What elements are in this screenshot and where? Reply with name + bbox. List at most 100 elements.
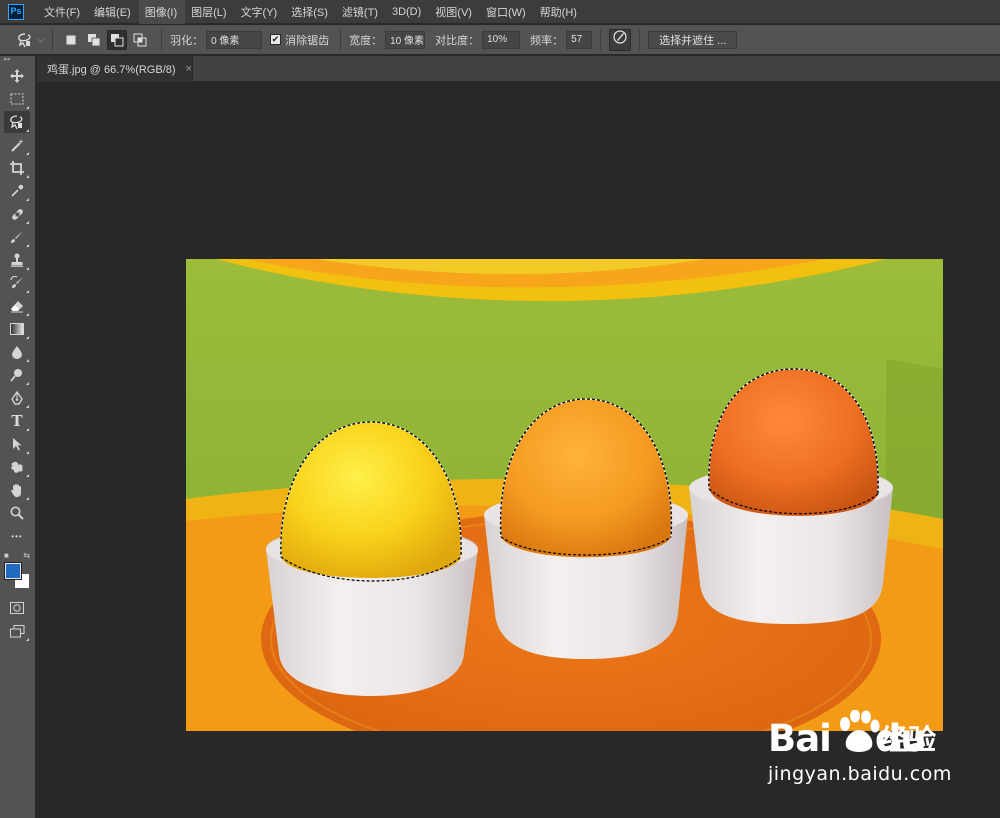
magnetic-lasso-icon — [9, 114, 25, 130]
hand-icon — [10, 483, 24, 498]
watermark-cn-text: 经验 — [880, 723, 937, 756]
menu-help[interactable]: 帮助(H) — [534, 0, 585, 24]
zoom-icon — [10, 506, 24, 520]
gradient-icon — [10, 323, 24, 335]
pen-icon — [10, 391, 24, 405]
dodge-tool[interactable] — [4, 364, 30, 386]
divider — [600, 29, 602, 50]
frequency-input[interactable]: 57 — [566, 30, 593, 49]
menu-layer[interactable]: 图层(L) — [185, 0, 234, 24]
gradient-tool[interactable] — [4, 318, 30, 340]
antialias-label: 消除锯齿 — [285, 34, 330, 47]
dodge-icon — [10, 368, 24, 382]
stamp-icon — [10, 253, 24, 267]
divider — [52, 29, 54, 50]
watermark-logo-a: Bai — [768, 717, 832, 760]
move-icon — [10, 69, 24, 83]
baidu-paw-icon — [836, 709, 880, 756]
crop-tool[interactable] — [4, 157, 30, 179]
feather-label: 羽化： — [170, 34, 204, 47]
baidu-watermark: Bai du 经验 jingyan.baidu.com — [768, 709, 978, 800]
menu-type[interactable]: 文字(Y) — [235, 0, 286, 24]
rect-marquee-icon — [10, 93, 24, 105]
shape-tool[interactable] — [4, 456, 30, 478]
menu-view[interactable]: 视图(V) — [429, 0, 480, 24]
eyedropper-icon — [10, 184, 24, 198]
frequency-label: 频率： — [530, 34, 564, 47]
magic-wand-icon — [10, 138, 25, 153]
close-icon[interactable]: × — [186, 63, 192, 75]
options-bar: ⌵ 羽化： 0 像素 ✔ 消除锯齿 宽度： 10 像素 对比度： 10% 频率：… — [0, 25, 1000, 55]
menu-filter[interactable]: 滤镜(T) — [336, 0, 386, 24]
crop-icon — [10, 161, 24, 175]
intersect-selection-button[interactable] — [130, 30, 150, 50]
brush-icon — [10, 230, 24, 244]
new-selection-button[interactable] — [61, 30, 81, 50]
egg-photo — [186, 259, 943, 731]
magnetic-lasso-icon — [16, 31, 34, 49]
contrast-label: 对比度： — [435, 34, 480, 47]
lasso-tool[interactable] — [4, 111, 30, 133]
history-brush-icon — [9, 275, 25, 291]
photoshop-logo: Ps — [8, 3, 24, 20]
menu-3d[interactable]: 3D(D) — [386, 0, 429, 24]
foreground-color-swatch[interactable] — [4, 562, 22, 580]
canvas-area[interactable] — [37, 83, 1000, 818]
pen-pressure-button[interactable] — [609, 28, 632, 51]
swap-colors-icon[interactable]: ⇆ — [23, 551, 30, 560]
chevron-down-icon: ⌵ — [38, 34, 45, 44]
toolbox-grip[interactable]: ▸▸ — [0, 56, 35, 64]
magic-wand-tool[interactable] — [4, 134, 30, 156]
history-brush-tool[interactable] — [4, 272, 30, 294]
document-tab[interactable]: 鸡蛋.jpg @ 66.7%(RGB/8) × — [37, 56, 193, 82]
hand-tool[interactable] — [4, 479, 30, 501]
divider — [161, 29, 163, 50]
document-tab-title: 鸡蛋.jpg @ 66.7%(RGB/8) — [47, 64, 176, 76]
blur-tool[interactable] — [4, 341, 30, 363]
arrow-icon — [11, 437, 23, 451]
brush-tool[interactable] — [4, 226, 30, 248]
toolbox: ▸▸ T ••• ■ ⇆ — [0, 56, 36, 818]
stamp-tool[interactable] — [4, 249, 30, 271]
subtract-from-selection-button[interactable] — [107, 29, 128, 50]
eraser-tool[interactable] — [4, 295, 30, 317]
antialias-checkbox[interactable]: ✔ — [270, 34, 282, 45]
eyedropper-tool[interactable] — [4, 180, 30, 202]
pen-pressure-icon — [612, 29, 628, 50]
photoshop-window: Ps 文件(F) 编辑(E) 图像(I) 图层(L) 文字(Y) 选择(S) 滤… — [0, 0, 1000, 818]
healing-brush-tool[interactable] — [4, 203, 30, 225]
marquee-tool[interactable] — [4, 88, 30, 110]
add-to-selection-button[interactable] — [84, 30, 104, 50]
drop-icon — [11, 345, 23, 359]
document-canvas[interactable] — [186, 259, 943, 731]
width-input[interactable]: 10 像素 — [385, 30, 426, 49]
menu-file[interactable]: 文件(F) — [38, 0, 88, 24]
width-label: 宽度： — [349, 34, 383, 47]
menu-select[interactable]: 选择(S) — [285, 0, 336, 24]
contrast-input[interactable]: 10% — [482, 30, 521, 49]
divider — [639, 29, 641, 50]
type-tool[interactable]: T — [4, 410, 30, 432]
feather-input[interactable]: 0 像素 — [206, 30, 263, 49]
color-swatches: ■ ⇆ — [3, 551, 33, 593]
select-and-mask-button[interactable]: 选择并遮住 ... — [648, 30, 738, 49]
zoom-tool[interactable] — [4, 502, 30, 524]
menu-image[interactable]: 图像(I) — [138, 0, 186, 24]
eraser-icon — [10, 299, 24, 313]
document-tab-bar: 鸡蛋.jpg @ 66.7%(RGB/8) × — [37, 56, 1000, 82]
watermark-url: jingyan.baidu.com — [768, 763, 952, 785]
quick-mask-button[interactable] — [4, 597, 30, 619]
ellipsis-icon: ••• — [11, 531, 23, 541]
screen-mode-icon — [9, 624, 25, 638]
more-tools[interactable]: ••• — [4, 525, 30, 547]
default-colors-icon[interactable]: ■ — [4, 551, 9, 560]
divider — [340, 29, 342, 50]
tool-preset-picker[interactable]: ⌵ — [16, 31, 44, 49]
pen-tool[interactable] — [4, 387, 30, 409]
screen-mode-button[interactable] — [4, 620, 30, 642]
path-selection-tool[interactable] — [4, 433, 30, 455]
menu-window[interactable]: 窗口(W) — [480, 0, 534, 24]
move-tool[interactable] — [4, 65, 30, 87]
menu-edit[interactable]: 编辑(E) — [88, 0, 139, 24]
quick-mask-icon — [10, 602, 24, 614]
